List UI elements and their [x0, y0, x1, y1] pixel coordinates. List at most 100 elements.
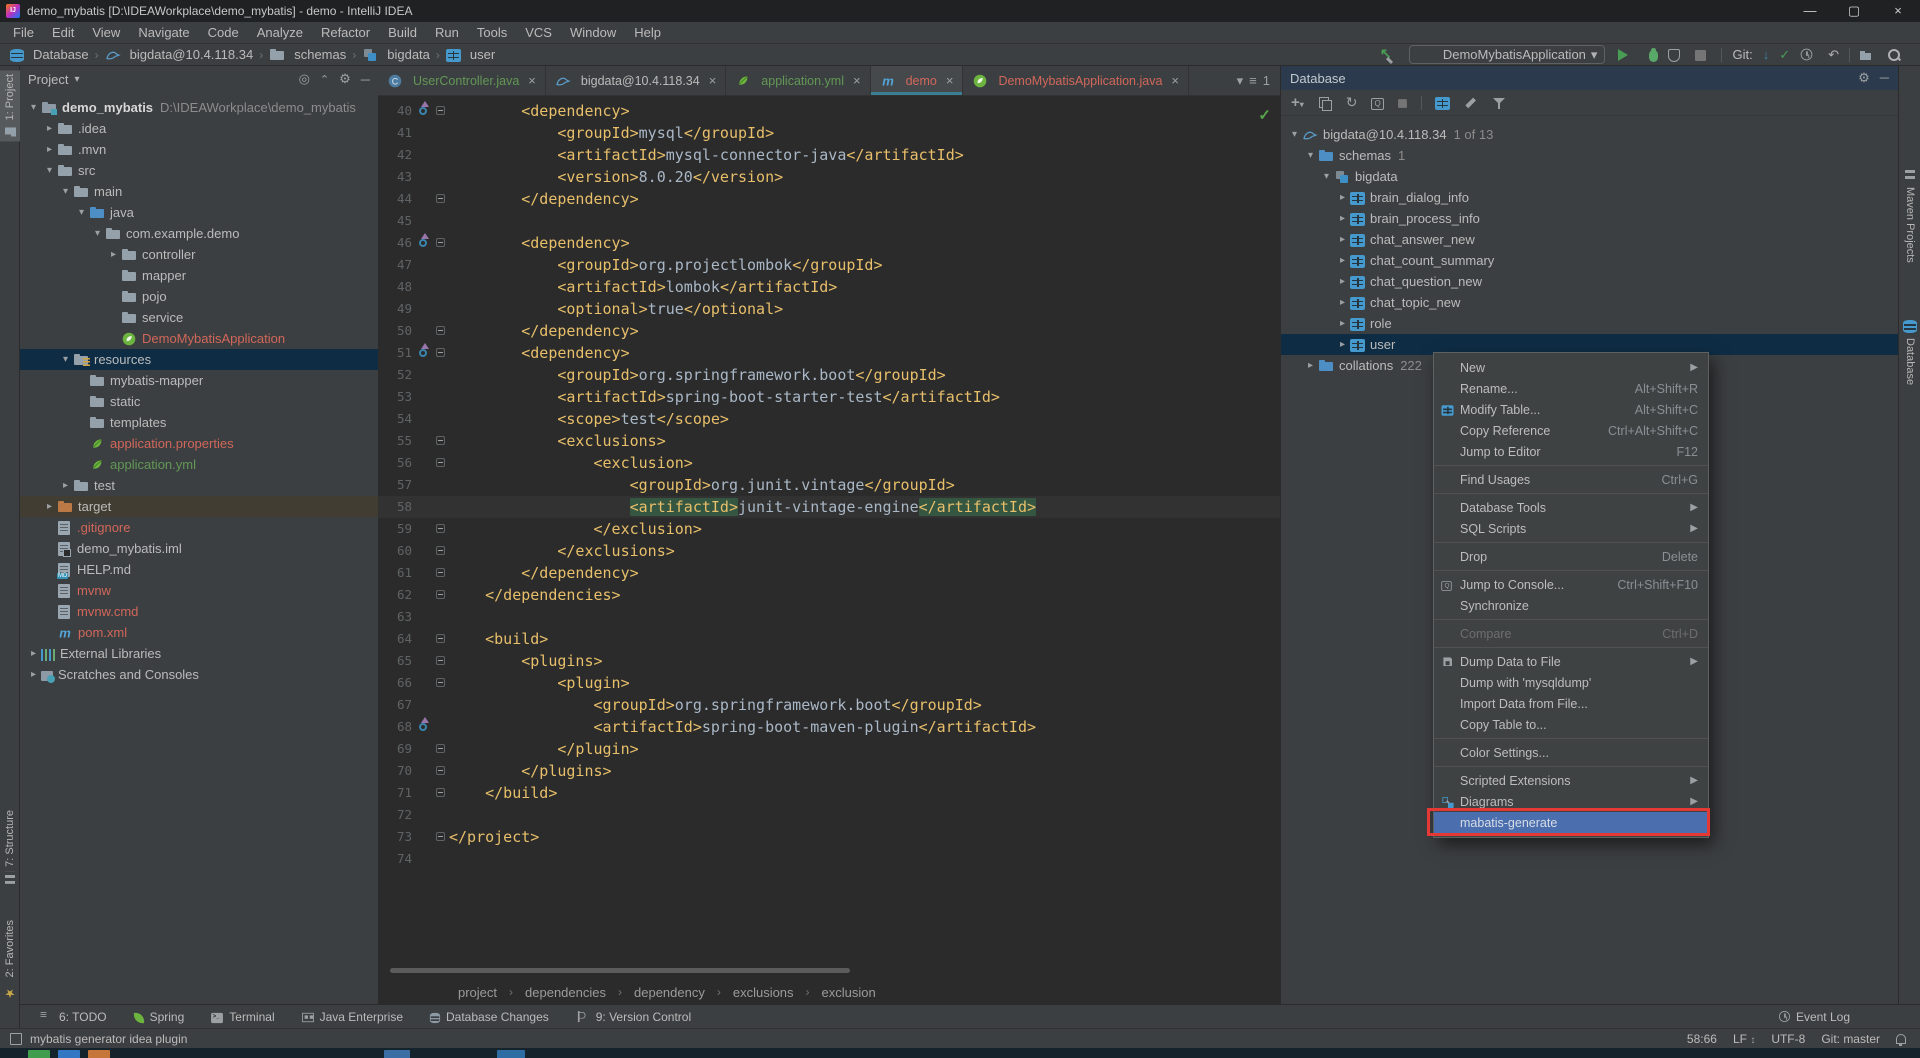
tool-strip-tab-7-structure[interactable]: 7: Structure — [0, 806, 20, 888]
run-configuration-select[interactable]: DemoMybatisApplication ▾ — [1408, 45, 1606, 64]
code-line-61[interactable]: 61 </dependency> — [378, 562, 1280, 584]
breadcrumb-user[interactable]: user — [444, 47, 497, 62]
fold-icon[interactable] — [436, 744, 445, 753]
menu-item-drop[interactable]: Drop Delete — [1434, 546, 1708, 567]
fold-marker[interactable] — [434, 672, 449, 694]
chevron-right-icon[interactable]: ▸ — [42, 123, 57, 134]
menu-item-copy-table-to[interactable]: Copy Table to... — [1434, 714, 1708, 735]
project-row-external-libraries[interactable]: ▸ External Libraries — [20, 643, 378, 664]
close-icon[interactable]: × — [1171, 73, 1179, 88]
chevron-right-icon[interactable]: ▸ — [106, 249, 121, 260]
dependency-update-gutter[interactable] — [416, 100, 434, 122]
close-icon[interactable]: × — [946, 73, 954, 88]
project-row-service[interactable]: service — [20, 307, 378, 328]
fold-marker[interactable] — [434, 562, 449, 584]
project-row-mvnw-cmd[interactable]: mvnw.cmd — [20, 601, 378, 622]
tab-demo[interactable]: m demo × — [870, 66, 964, 95]
add-datasource-icon[interactable]: +▾ — [1291, 94, 1304, 111]
update-arrow-icon[interactable] — [419, 717, 429, 731]
code-line-44[interactable]: 44 </dependency> — [378, 188, 1280, 210]
project-row-mapper[interactable]: mapper — [20, 265, 378, 286]
chevron-right-icon[interactable]: ▸ — [1335, 234, 1350, 245]
fold-icon[interactable] — [436, 436, 445, 445]
fold-marker[interactable] — [434, 540, 449, 562]
duplicate-icon[interactable] — [1317, 95, 1333, 111]
gear-icon[interactable]: ⚙ — [1858, 70, 1870, 86]
code-line-60[interactable]: 60 </exclusions> — [378, 540, 1280, 562]
git-branch[interactable]: Git: master — [1821, 1032, 1880, 1046]
fold-marker[interactable] — [434, 430, 449, 452]
history-icon[interactable] — [1800, 48, 1813, 61]
chevron-right-icon[interactable]: ▸ — [26, 648, 41, 659]
edit-icon[interactable] — [1463, 95, 1479, 111]
console-icon[interactable] — [1370, 97, 1384, 110]
fold-marker[interactable] — [434, 320, 449, 342]
horizontal-scrollbar[interactable] — [390, 968, 850, 973]
fold-marker[interactable] — [434, 628, 449, 650]
database-row-chat-question-new[interactable]: ▸ chat_question_new — [1281, 271, 1898, 292]
coverage-button[interactable] — [1668, 48, 1681, 62]
project-row-idea[interactable]: ▸ .idea — [20, 118, 378, 139]
project-row-templates[interactable]: templates — [20, 412, 378, 433]
tab-usercontroller-java[interactable]: C UserController.java × — [378, 66, 546, 95]
database-row-chat-topic-new[interactable]: ▸ chat_topic_new — [1281, 292, 1898, 313]
menu-code[interactable]: Code — [199, 22, 248, 43]
toolwindow-button-event-log[interactable]: Event Log — [1778, 1010, 1850, 1024]
code-line-55[interactable]: 55 <exclusions> — [378, 430, 1280, 452]
gear-icon[interactable]: ⚙ — [339, 71, 351, 87]
close-icon[interactable]: × — [853, 73, 861, 88]
code-line-52[interactable]: 52 <groupId>org.springframework.boot</gr… — [378, 364, 1280, 386]
chevron-down-icon[interactable]: ▾ — [1303, 150, 1318, 161]
project-row-application-yml[interactable]: application.yml — [20, 454, 378, 475]
project-row-demomybatisapplication[interactable]: DemoMybatisApplication — [20, 328, 378, 349]
code-line-50[interactable]: 50 </dependency> — [378, 320, 1280, 342]
chevron-right-icon[interactable]: ▸ — [26, 669, 41, 680]
tool-strip-tab-database[interactable]: Database — [1900, 316, 1920, 389]
fold-icon[interactable] — [436, 634, 445, 643]
fold-icon[interactable] — [436, 678, 445, 687]
fold-marker[interactable] — [434, 584, 449, 606]
stop-button[interactable] — [1695, 50, 1707, 61]
database-row-brain-process-info[interactable]: ▸ brain_process_info — [1281, 208, 1898, 229]
locate-icon[interactable]: ◎ — [299, 71, 310, 87]
fold-marker[interactable] — [434, 650, 449, 672]
code-line-41[interactable]: 41 <groupId>mysql</groupId> — [378, 122, 1280, 144]
taskbar-app-1[interactable] — [58, 1050, 80, 1058]
code-line-70[interactable]: 70 </plugins> — [378, 760, 1280, 782]
tool-strip-tab-1-project[interactable]: 1: Project — [0, 70, 20, 142]
code-line-72[interactable]: 72 — [378, 804, 1280, 826]
search-everywhere-icon[interactable] — [1887, 48, 1901, 62]
tab-bigdata-10-4-118-34[interactable]: bigdata@10.4.118.34 × — [546, 66, 727, 95]
close-icon[interactable]: × — [528, 73, 536, 88]
chevron-down-icon[interactable]: ▾ — [42, 165, 57, 176]
fold-icon[interactable] — [436, 546, 445, 555]
code-line-73[interactable]: 73 </project> — [378, 826, 1280, 848]
chevron-right-icon[interactable]: ▸ — [1335, 255, 1350, 266]
chevron-down-icon[interactable]: ▾ — [58, 186, 73, 197]
git-update-icon[interactable]: ↓ — [1763, 47, 1770, 62]
update-arrow-icon[interactable] — [419, 343, 429, 357]
menu-edit[interactable]: Edit — [43, 22, 83, 43]
chevron-down-icon[interactable]: ▾ — [74, 74, 79, 85]
menu-tools[interactable]: Tools — [468, 22, 516, 43]
taskbar-app-0[interactable] — [28, 1050, 50, 1058]
fold-marker[interactable] — [434, 232, 449, 254]
chevron-right-icon[interactable]: ▸ — [58, 480, 73, 491]
dependency-update-gutter[interactable] — [416, 232, 434, 254]
menu-item-modify-table[interactable]: Modify Table... Alt+Shift+C — [1434, 399, 1708, 420]
debug-button[interactable] — [1649, 47, 1659, 62]
fold-icon[interactable] — [436, 590, 445, 599]
reimport-icon[interactable] — [1378, 45, 1394, 63]
dependency-update-gutter[interactable] — [416, 342, 434, 364]
code-line-69[interactable]: 69 </plugin> — [378, 738, 1280, 760]
code-line-65[interactable]: 65 <plugins> — [378, 650, 1280, 672]
project-structure-icon[interactable] — [1860, 50, 1872, 62]
taskbar-app-3[interactable] — [384, 1050, 410, 1058]
collapse-all-icon[interactable]: ⌃ — [320, 73, 329, 86]
editor-breadcrumb-project[interactable]: project — [458, 985, 497, 1000]
breadcrumb-schemas[interactable]: schemas — [267, 47, 348, 63]
menu-item-copy-reference[interactable]: Copy Reference Ctrl+Alt+Shift+C — [1434, 420, 1708, 441]
project-row-mvn[interactable]: ▸ .mvn — [20, 139, 378, 160]
chevron-right-icon[interactable]: ▸ — [42, 501, 57, 512]
menu-view[interactable]: View — [83, 22, 129, 43]
